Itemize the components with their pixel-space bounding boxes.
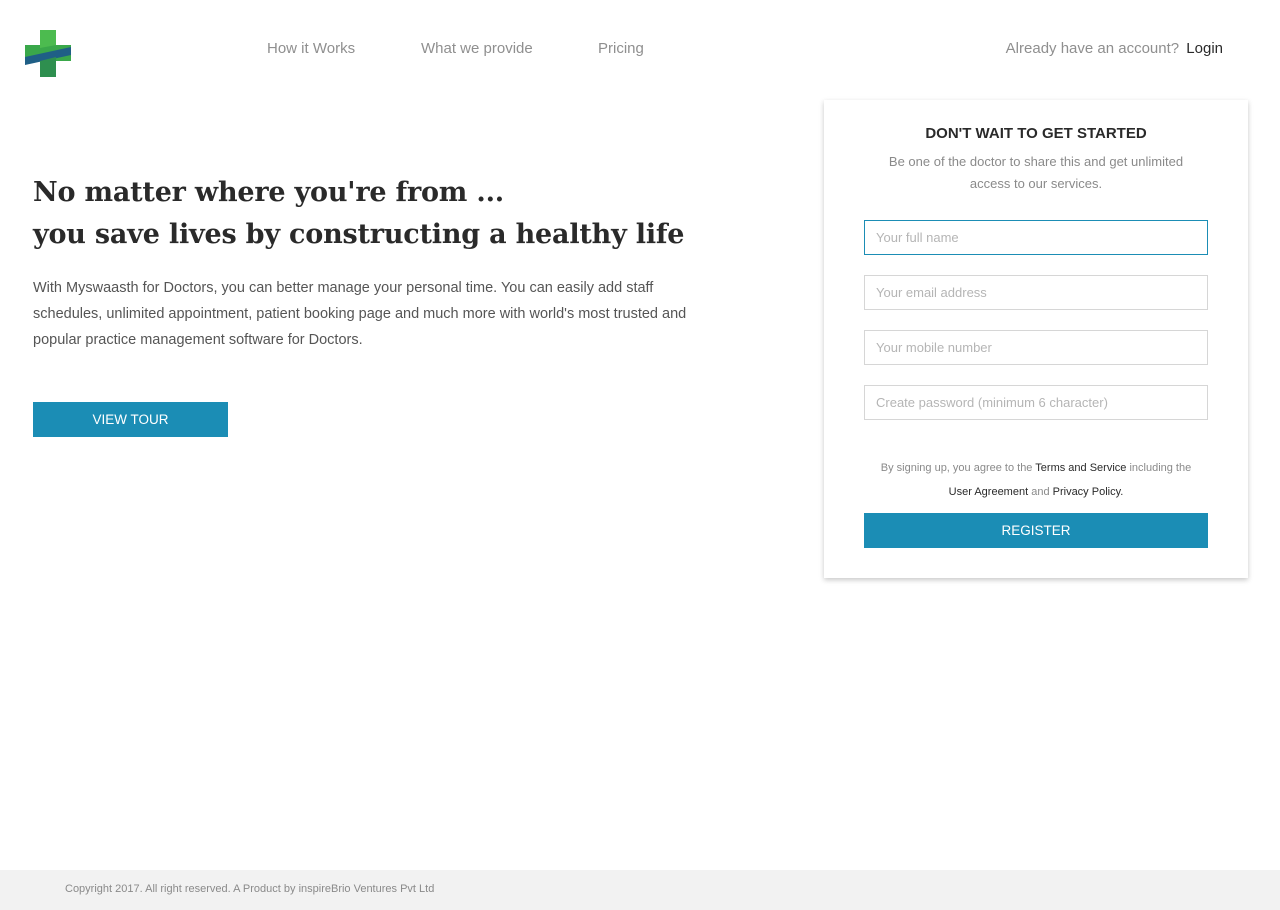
nav-pricing[interactable]: Pricing xyxy=(598,40,644,57)
nav-how-it-works[interactable]: How it Works xyxy=(267,40,355,57)
register-button[interactable]: REGISTER xyxy=(864,513,1208,548)
account-prompt-text: Already have an account? xyxy=(1005,40,1180,57)
hero-description: With Myswaasth for Doctors, you can bett… xyxy=(33,280,687,348)
full-name-input[interactable] xyxy=(864,220,1208,255)
nav-what-we-provide[interactable]: What we provide xyxy=(421,40,533,57)
terms-notice: By signing up, you agree to the Terms an… xyxy=(844,456,1228,504)
login-link[interactable]: Login xyxy=(1186,40,1223,57)
terms-notice-mid: including the xyxy=(1129,462,1192,474)
signup-subtitle: Be one of the doctor to share this and g… xyxy=(888,154,1184,191)
privacy-policy-link[interactable]: Privacy Policy. xyxy=(1053,486,1124,498)
terms-of-service-link[interactable]: Terms and Service xyxy=(1035,462,1126,474)
hero-title-line-2: you save lives by constructing a healthy… xyxy=(33,219,685,250)
password-input[interactable] xyxy=(864,385,1208,420)
view-tour-button[interactable]: VIEW TOUR xyxy=(33,402,228,437)
email-input[interactable] xyxy=(864,275,1208,310)
account-prompt: Already have an account? Login xyxy=(1006,40,1223,57)
site-footer: Copyright 2017. All right reserved. A Pr… xyxy=(0,870,1280,910)
signup-card: DON'T WAIT TO GET STARTED Be one of the … xyxy=(824,100,1248,578)
hero-title-line-1: No matter where you're from ... xyxy=(33,177,504,208)
terms-notice-prefix: By signing up, you agree to the xyxy=(880,462,1033,474)
user-agreement-link[interactable]: User Agreement xyxy=(949,486,1028,498)
copyright-text: Copyright 2017. All right reserved. A Pr… xyxy=(65,883,435,895)
hero-title: No matter where you're from ... you save… xyxy=(33,172,733,256)
medical-cross-icon[interactable] xyxy=(25,30,71,77)
site-header: How it Works What we provide Pricing Alr… xyxy=(0,0,1280,100)
signup-title: DON'T WAIT TO GET STARTED xyxy=(925,125,1147,142)
mobile-input[interactable] xyxy=(864,330,1208,365)
terms-notice-and: and xyxy=(1031,486,1050,498)
